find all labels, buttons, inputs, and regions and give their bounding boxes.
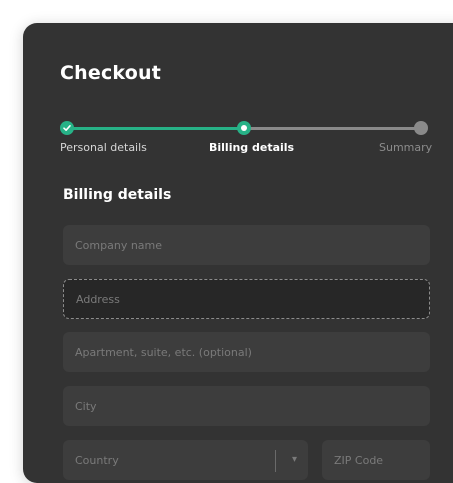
step-personal-details-indicator[interactable] <box>60 121 74 135</box>
apartment-field[interactable]: Apartment, suite, etc. (optional) <box>63 332 430 372</box>
checkout-card: Checkout Personal details Billing detail… <box>23 23 453 483</box>
checkout-stepper: Personal details Billing details Summary <box>23 23 453 163</box>
stepper-track-completed <box>67 127 244 130</box>
step-billing-details-indicator[interactable] <box>237 121 251 135</box>
step-personal-details-label[interactable]: Personal details <box>60 141 147 154</box>
select-divider <box>275 450 276 472</box>
company-name-placeholder: Company name <box>75 238 163 252</box>
apartment-placeholder: Apartment, suite, etc. (optional) <box>75 345 252 359</box>
country-select[interactable]: Country ▾ <box>63 440 308 480</box>
step-summary-label: Summary <box>379 141 433 154</box>
zip-code-field[interactable]: ZIP Code <box>322 440 430 480</box>
step-summary-indicator[interactable] <box>414 121 428 135</box>
address-field[interactable]: Address <box>63 279 430 319</box>
city-placeholder: City <box>75 399 97 413</box>
zip-code-placeholder: ZIP Code <box>334 453 384 467</box>
city-field[interactable]: City <box>63 386 430 426</box>
step-billing-details-label[interactable]: Billing details <box>209 141 294 154</box>
country-placeholder: Country <box>75 453 119 467</box>
checkmark-icon <box>63 125 71 131</box>
address-placeholder: Address <box>76 292 120 306</box>
stepper-track-remaining <box>244 127 422 130</box>
chevron-down-icon[interactable]: ▾ <box>292 454 297 465</box>
company-name-field[interactable]: Company name <box>63 225 430 265</box>
section-title: Billing details <box>63 187 172 203</box>
